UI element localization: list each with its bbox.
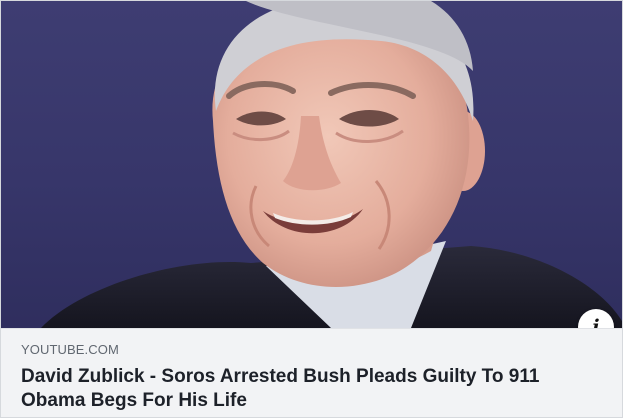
portrait-photo-icon	[41, 1, 622, 328]
source-domain: YOUTUBE.COM	[21, 342, 119, 357]
link-title-line-2: Obama Begs For His Life	[21, 390, 247, 411]
link-title[interactable]: David Zublick - Soros Arrested Bush Plea…	[21, 365, 608, 413]
link-title-line-1: David Zublick - Soros Arrested Bush Plea…	[21, 366, 540, 387]
thumbnail-image[interactable]	[1, 1, 622, 328]
link-preview-card[interactable]: i YOUTUBE.COM David Zublick - Soros Arre…	[0, 0, 623, 418]
link-preview-meta[interactable]: YOUTUBE.COM David Zublick - Soros Arrest…	[1, 328, 622, 417]
